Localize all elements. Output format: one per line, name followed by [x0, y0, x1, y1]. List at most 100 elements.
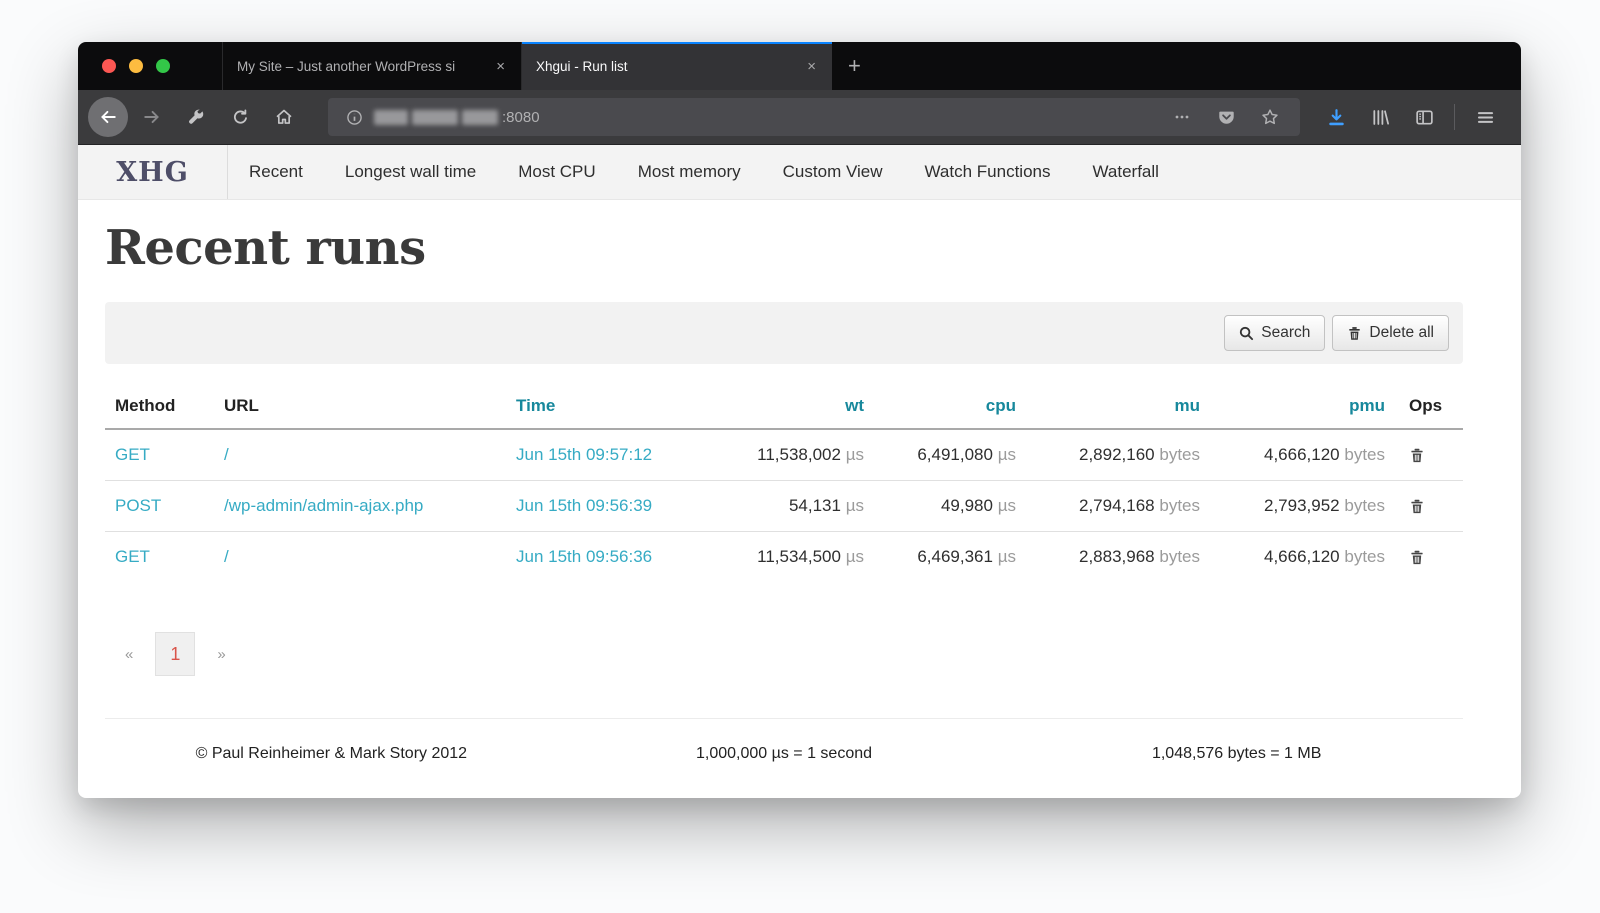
wt-unit: µs — [846, 547, 864, 566]
tab-my-site[interactable]: My Site – Just another WordPress si × — [222, 42, 522, 90]
nav-item-waterfall[interactable]: Waterfall — [1071, 162, 1179, 182]
wt-unit: µs — [846, 445, 864, 464]
wt-value: 11,538,002 — [757, 445, 841, 464]
developer-tools-button[interactable] — [180, 101, 212, 133]
page-actions-icon[interactable] — [1166, 101, 1198, 133]
library-button[interactable] — [1364, 101, 1396, 133]
url-bar[interactable]: :8080 — [328, 98, 1300, 136]
delete-all-button[interactable]: Delete all — [1332, 315, 1449, 351]
table-header-row: Method URL Time wt cpu mu pmu Ops — [105, 384, 1463, 429]
pagination-next[interactable]: » — [205, 646, 237, 663]
cpu-value: 6,469,361 — [917, 547, 993, 566]
run-time-link[interactable]: Jun 15th 09:57:12 — [516, 445, 652, 464]
table-row: GET / Jun 15th 09:56:36 11,534,500 µs 6,… — [105, 532, 1463, 583]
trash-icon — [1347, 326, 1362, 341]
forward-arrow-icon — [143, 108, 161, 126]
sidebar-toggle-button[interactable] — [1408, 101, 1440, 133]
library-icon — [1371, 108, 1390, 127]
pocket-icon[interactable] — [1210, 101, 1242, 133]
pmu-value: 4,666,120 — [1264, 445, 1340, 464]
tab-bar: My Site – Just another WordPress si × Xh… — [78, 42, 1521, 90]
pmu-unit: bytes — [1344, 445, 1385, 464]
browser-toolbar: :8080 — [78, 90, 1521, 145]
run-time-link[interactable]: Jun 15th 09:56:39 — [516, 496, 652, 515]
search-button[interactable]: Search — [1224, 315, 1325, 351]
cpu-value: 49,980 — [941, 496, 993, 515]
header-wt-sort[interactable]: wt — [716, 384, 874, 429]
xhgui-logo[interactable]: XHG — [78, 145, 228, 199]
reload-button[interactable] — [224, 101, 256, 133]
wrench-icon — [188, 109, 205, 126]
pmu-unit: bytes — [1344, 496, 1385, 515]
tab-strip: My Site – Just another WordPress si × Xh… — [222, 42, 877, 90]
close-window-button[interactable] — [102, 59, 116, 73]
header-time-sort[interactable]: Time — [506, 384, 716, 429]
minimize-window-button[interactable] — [129, 59, 143, 73]
header-url: URL — [214, 384, 506, 429]
nav-item-recent[interactable]: Recent — [228, 162, 324, 182]
wt-value: 11,534,500 — [757, 547, 841, 566]
nav-item-custom-view[interactable]: Custom View — [762, 162, 904, 182]
menu-button[interactable] — [1469, 101, 1501, 133]
new-tab-button[interactable]: + — [832, 42, 877, 90]
xhgui-navbar: XHG Recent Longest wall time Most CPU Mo… — [78, 145, 1521, 200]
hamburger-icon — [1476, 108, 1495, 127]
run-url-link[interactable]: /wp-admin/admin-ajax.php — [224, 496, 423, 515]
run-method-link[interactable]: GET — [115, 445, 150, 464]
pmu-value: 4,666,120 — [1264, 547, 1340, 566]
cpu-unit: µs — [998, 547, 1016, 566]
downloads-button[interactable] — [1320, 101, 1352, 133]
home-icon — [275, 108, 293, 126]
site-info-icon[interactable] — [338, 101, 370, 133]
tab-title: My Site – Just another WordPress si — [237, 59, 490, 74]
header-pmu-sort[interactable]: pmu — [1210, 384, 1395, 429]
run-method-link[interactable]: POST — [115, 496, 161, 515]
redacted-host-block — [374, 110, 408, 125]
cpu-unit: µs — [998, 445, 1016, 464]
pagination-prev[interactable]: « — [113, 646, 145, 663]
bookmark-star-icon[interactable] — [1254, 101, 1286, 133]
delete-run-trash-icon[interactable] — [1409, 447, 1453, 464]
mu-unit: bytes — [1159, 445, 1200, 464]
home-button[interactable] — [268, 101, 300, 133]
nav-item-most-cpu[interactable]: Most CPU — [497, 162, 616, 182]
nav-item-most-memory[interactable]: Most memory — [617, 162, 762, 182]
header-cpu-sort[interactable]: cpu — [874, 384, 1026, 429]
pmu-value: 2,793,952 — [1264, 496, 1340, 515]
browser-window: My Site – Just another WordPress si × Xh… — [78, 42, 1521, 798]
pagination-current-page[interactable]: 1 — [155, 632, 195, 676]
nav-item-longest-wall-time[interactable]: Longest wall time — [324, 162, 497, 182]
nav-item-watch-functions[interactable]: Watch Functions — [904, 162, 1072, 182]
mu-unit: bytes — [1159, 547, 1200, 566]
back-button[interactable] — [88, 97, 128, 137]
mu-value: 2,892,160 — [1079, 445, 1155, 464]
page-title: Recent runs — [105, 220, 1463, 276]
wt-value: 54,131 — [789, 496, 841, 515]
footer-bytes-note: 1,048,576 bytes = 1 MB — [1010, 745, 1463, 763]
actions-panel: Search Delete all — [105, 302, 1463, 364]
wt-unit: µs — [846, 496, 864, 515]
delete-run-trash-icon[interactable] — [1409, 498, 1453, 515]
pmu-unit: bytes — [1344, 547, 1385, 566]
close-tab-icon[interactable]: × — [490, 56, 511, 77]
footer-microseconds-note: 1,000,000 µs = 1 second — [558, 745, 1011, 763]
header-mu-sort[interactable]: mu — [1026, 384, 1210, 429]
forward-button[interactable] — [136, 101, 168, 133]
cpu-unit: µs — [998, 496, 1016, 515]
run-url-link[interactable]: / — [224, 445, 229, 464]
mu-unit: bytes — [1159, 496, 1200, 515]
run-time-link[interactable]: Jun 15th 09:56:36 — [516, 547, 652, 566]
mu-value: 2,883,968 — [1079, 547, 1155, 566]
search-icon — [1239, 326, 1254, 341]
redacted-host-block — [412, 110, 458, 125]
delete-run-trash-icon[interactable] — [1409, 549, 1453, 566]
header-method: Method — [105, 384, 214, 429]
back-arrow-icon — [99, 108, 117, 126]
run-url-link[interactable]: / — [224, 547, 229, 566]
pagination: « 1 » — [113, 632, 1463, 676]
tab-xhgui-run-list[interactable]: Xhgui - Run list × — [522, 42, 832, 90]
close-tab-icon[interactable]: × — [801, 56, 822, 77]
sidebar-icon — [1415, 108, 1434, 127]
zoom-window-button[interactable] — [156, 59, 170, 73]
run-method-link[interactable]: GET — [115, 547, 150, 566]
